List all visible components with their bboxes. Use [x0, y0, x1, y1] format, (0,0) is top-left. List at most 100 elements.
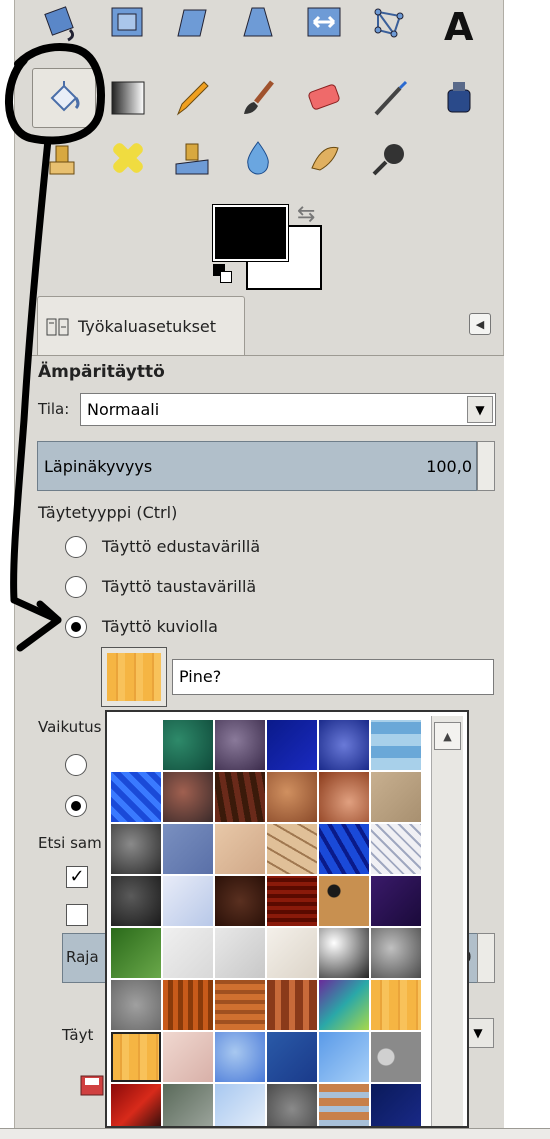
ink-tool[interactable]	[432, 72, 488, 124]
pattern-swatch-grey-circles[interactable]	[371, 1032, 421, 1082]
pattern-swatch-red-stripes[interactable]	[267, 876, 317, 926]
pattern-swatch-blue-wave[interactable]	[319, 1032, 369, 1082]
paintbrush-tool-icon	[244, 80, 274, 114]
dodge-burn-tool[interactable]	[362, 132, 418, 184]
blend-tool[interactable]	[100, 72, 156, 124]
fill-transparent-checkbox[interactable]: ✓	[66, 866, 88, 888]
pattern-swatch-green-leaves[interactable]	[111, 928, 161, 978]
pattern-swatch-grey-rock[interactable]	[111, 824, 161, 874]
shear-tool[interactable]	[164, 0, 220, 52]
blur-sharpen-tool[interactable]	[230, 132, 286, 184]
pattern-swatch-red-fire[interactable]	[111, 1084, 161, 1126]
pattern-swatch-ice[interactable]	[163, 876, 213, 926]
pattern-swatch-grey-rough[interactable]	[371, 928, 421, 978]
pattern-swatch-swirl-brown[interactable]	[319, 772, 369, 822]
fill-by-label: Täyt	[62, 1026, 94, 1044]
pattern-swatch-blue-squares[interactable]	[371, 720, 421, 770]
pattern-swatch-blue-speckle[interactable]	[319, 720, 369, 770]
rotate-tool-icon	[44, 6, 75, 42]
ink-tool-icon	[447, 82, 471, 113]
pattern-swatch-bookshelf[interactable]	[267, 980, 317, 1030]
pattern-swatch-cracked-clay[interactable]	[267, 824, 317, 874]
flip-tool[interactable]	[296, 0, 352, 52]
pattern-thumbnail	[107, 653, 161, 701]
pattern-swatch-dark-blue[interactable]	[371, 1084, 421, 1126]
pattern-swatch-purple-stone[interactable]	[215, 720, 265, 770]
scroll-up-icon[interactable]: ▲	[434, 722, 461, 750]
pattern-swatch-sky-clouds[interactable]	[215, 1084, 265, 1126]
tab-tool-options[interactable]: Työkaluasetukset	[37, 296, 245, 356]
pattern-swatch-stone-wall[interactable]	[163, 1084, 213, 1126]
pattern-swatch-sand[interactable]	[371, 772, 421, 822]
pattern-swatch-blue-web[interactable]	[111, 772, 161, 822]
clone-tool[interactable]	[34, 132, 90, 184]
smudge-tool[interactable]	[296, 132, 352, 184]
pattern-swatch-purple-dark[interactable]	[371, 876, 421, 926]
pattern-swatch-white-crack[interactable]	[371, 824, 421, 874]
affected-radio-2[interactable]	[65, 795, 87, 817]
pattern-swatch-pink-marble[interactable]	[163, 1032, 213, 1082]
fill-bg-radio[interactable]	[65, 576, 87, 598]
popup-scrollbar[interactable]: ▲	[431, 716, 463, 1126]
pattern-swatch-white-marble[interactable]	[163, 928, 213, 978]
save-options-icon[interactable]	[80, 1075, 106, 1097]
pattern-swatch-orange-wood[interactable]	[215, 980, 265, 1030]
pattern-swatch-blue-clouds[interactable]	[215, 1032, 265, 1082]
text-tool[interactable]: A	[432, 0, 488, 52]
pattern-swatch-blue-crack[interactable]	[319, 824, 369, 874]
pattern-preview-button[interactable]	[101, 647, 167, 707]
affected-radio-1[interactable]	[65, 754, 87, 776]
pattern-swatch-white-grain[interactable]	[267, 928, 317, 978]
pattern-swatch-pine-wood[interactable]	[371, 980, 421, 1030]
bucket-fill-tool[interactable]	[32, 68, 96, 128]
pattern-swatch-leopard[interactable]	[319, 876, 369, 926]
pattern-swatch-dark-rock[interactable]	[111, 876, 161, 926]
pattern-swatch-grey-stone[interactable]	[267, 1084, 317, 1126]
pattern-popup: ▲	[105, 710, 469, 1128]
pattern-swatch-bricks-colour[interactable]	[319, 1084, 369, 1126]
pattern-swatch-coffee-beans[interactable]	[215, 876, 265, 926]
pencil-tool[interactable]	[164, 72, 220, 124]
pattern-swatch-pine[interactable]	[111, 1032, 161, 1082]
sample-merged-checkbox[interactable]	[66, 904, 88, 926]
perspective-clone-tool[interactable]	[164, 132, 220, 184]
pattern-swatch-grey-granite[interactable]	[111, 980, 161, 1030]
swap-colors-icon[interactable]: ⇆	[297, 204, 315, 226]
scale-tool[interactable]	[100, 0, 156, 52]
pattern-swatch-blue-grey[interactable]	[163, 824, 213, 874]
tab-menu-button[interactable]: ◀	[469, 313, 491, 335]
cage-transform-tool[interactable]	[362, 0, 418, 52]
threshold-spin-buttons[interactable]	[477, 933, 495, 983]
tool-options-icon	[46, 318, 69, 335]
default-colors-icon[interactable]	[213, 264, 233, 284]
opacity-slider[interactable]: Läpinäkyvyys 100,0	[37, 441, 477, 491]
mode-select[interactable]: Normaali ▼	[80, 393, 496, 426]
mode-value: Normaali	[87, 400, 160, 419]
pattern-swatch-white[interactable]	[111, 720, 161, 770]
pattern-swatch-red-stones[interactable]	[163, 772, 213, 822]
svg-text:A: A	[444, 6, 474, 46]
blur-sharpen-tool-icon	[247, 141, 269, 175]
pattern-swatch-brown-bark[interactable]	[215, 772, 265, 822]
pattern-swatch-light-marble[interactable]	[215, 928, 265, 978]
perspective-tool[interactable]	[230, 0, 286, 52]
pattern-swatch-rust[interactable]	[163, 980, 213, 1030]
heal-tool[interactable]	[100, 132, 156, 184]
fill-pattern-label: Täyttö kuviolla	[102, 617, 218, 636]
pattern-swatch-dark-grad[interactable]	[319, 928, 369, 978]
opacity-spin-buttons[interactable]	[477, 441, 495, 491]
pattern-swatch-blue-box[interactable]	[267, 1032, 317, 1082]
paintbrush-tool[interactable]	[230, 72, 286, 124]
pattern-swatch-blue-dark[interactable]	[267, 720, 317, 770]
fill-pattern-radio[interactable]	[65, 616, 87, 638]
bucket-fill-tool-icon	[50, 81, 80, 112]
pattern-swatch-beige[interactable]	[215, 824, 265, 874]
rotate-tool[interactable]	[34, 0, 90, 52]
pattern-swatch-rainbow[interactable]	[319, 980, 369, 1030]
eraser-tool[interactable]	[296, 72, 352, 124]
airbrush-tool[interactable]	[362, 72, 418, 124]
pattern-swatch-green-marble[interactable]	[163, 720, 213, 770]
foreground-color-swatch[interactable]	[212, 204, 289, 262]
fill-fg-radio[interactable]	[65, 536, 87, 558]
pattern-swatch-tan-leather[interactable]	[267, 772, 317, 822]
